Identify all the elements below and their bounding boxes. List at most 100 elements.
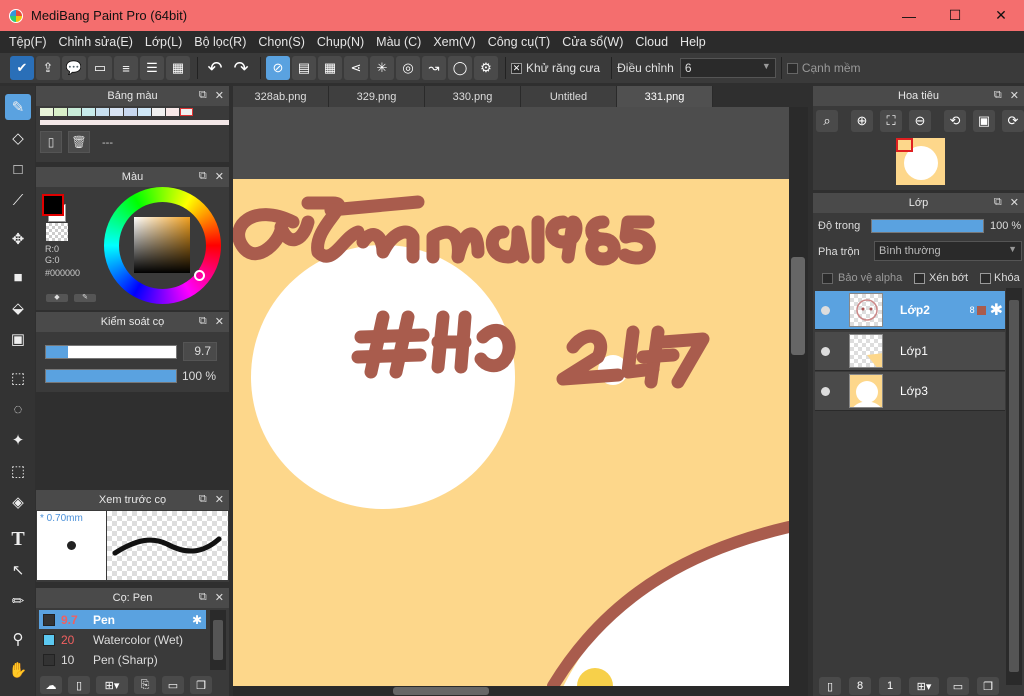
maximize-button[interactable]: ☐ xyxy=(932,0,978,31)
rotate-right-icon[interactable]: ⟳ xyxy=(1002,110,1024,132)
canvas-vertical-scrollbar[interactable] xyxy=(789,107,808,686)
antialias-checkbox[interactable]: ✕ xyxy=(511,62,522,74)
fill-rect-tool-icon[interactable]: ■ xyxy=(5,264,31,290)
menu-layer[interactable]: Lớp(L) xyxy=(139,31,188,53)
tab-untitled[interactable]: Untitled xyxy=(521,86,617,107)
close-icon[interactable]: ✕ xyxy=(215,170,224,183)
snap-ellipse-icon[interactable]: ◯ xyxy=(448,56,472,80)
menu-window[interactable]: Cửa sổ(W) xyxy=(556,31,629,53)
zoom-in-icon[interactable]: ⊕ xyxy=(851,110,873,132)
share-icon[interactable]: ⇪ xyxy=(36,56,60,80)
lock-checkbox[interactable] xyxy=(980,273,991,284)
menu-select[interactable]: Chọn(S) xyxy=(252,31,311,53)
swatch[interactable] xyxy=(68,108,81,116)
menu-help[interactable]: Help xyxy=(674,31,712,53)
new-8bit-layer-icon[interactable]: 8 xyxy=(849,677,871,695)
soft-edge-checkbox[interactable] xyxy=(786,62,798,74)
clipping-checkbox[interactable] xyxy=(914,273,925,284)
speech-bubble-icon[interactable]: 💬 xyxy=(62,56,86,80)
blur-tool-icon[interactable]: ⟋ xyxy=(5,187,31,213)
new-brush-icon[interactable]: ▯ xyxy=(68,676,90,694)
zoom-out-icon[interactable]: ⊖ xyxy=(909,110,931,132)
canvas-horizontal-scrollbar[interactable] xyxy=(233,686,808,696)
swatch[interactable] xyxy=(82,108,95,116)
eyedropper-tool-icon[interactable]: ⚲ xyxy=(5,626,31,652)
add-layer-icon[interactable]: ⊞▾ xyxy=(909,677,939,695)
select-tool-icon[interactable]: ⬚ xyxy=(5,365,31,391)
move-tool-icon[interactable]: ✥ xyxy=(5,226,31,252)
swatch[interactable] xyxy=(40,108,53,116)
menu-color[interactable]: Màu (C) xyxy=(370,31,427,53)
brush-size-value[interactable]: 9.7 xyxy=(183,342,217,361)
swatch[interactable] xyxy=(138,108,151,116)
gear-icon[interactable]: ✱ xyxy=(192,613,202,627)
eyedrop-small-icon[interactable]: ✎ xyxy=(74,294,96,302)
brush-item[interactable]: 10 Pen (Sharp) xyxy=(39,650,206,669)
bucket-tool-icon[interactable]: ⬙ xyxy=(5,295,31,321)
swatch[interactable] xyxy=(180,108,193,116)
tab-329[interactable]: 329.png xyxy=(329,86,425,107)
new-1bit-layer-icon[interactable]: 1 xyxy=(879,677,901,695)
eraser-tool-icon[interactable]: ◇ xyxy=(5,125,31,151)
dot-tool-icon[interactable]: □ xyxy=(5,156,31,182)
magic-wand-tool-icon[interactable]: ✦ xyxy=(5,427,31,453)
cloud-icon[interactable]: ☁ xyxy=(40,676,62,694)
swatch[interactable] xyxy=(54,108,67,116)
eye-icon[interactable] xyxy=(821,386,830,396)
brush-item[interactable]: 20 Watercolor (Wet) xyxy=(39,630,206,649)
snap-settings-icon[interactable]: ⚙ xyxy=(474,56,498,80)
brush-size-slider[interactable] xyxy=(45,345,177,359)
menu-cloud[interactable]: Cloud xyxy=(629,31,674,53)
page-list-icon[interactable]: ☰ xyxy=(140,56,164,80)
snap-radial-icon[interactable]: ✳ xyxy=(370,56,394,80)
fit-icon[interactable]: ⛶ xyxy=(880,110,902,132)
canvas-area[interactable] xyxy=(233,107,789,686)
reset-rotation-icon[interactable]: ▣ xyxy=(973,110,995,132)
close-icon[interactable]: ✕ xyxy=(215,89,224,102)
copy-brush-icon[interactable]: ⎘ xyxy=(134,676,156,694)
popout-icon[interactable]: ⧉ xyxy=(994,89,1002,102)
brush-item[interactable]: 9.7 Pen ✱ xyxy=(39,610,206,629)
layer-row[interactable]: Lớp3 xyxy=(815,372,1005,411)
menu-edit[interactable]: Chỉnh sửa(E) xyxy=(53,31,139,53)
hand-tool-icon[interactable]: ✋ xyxy=(5,657,31,683)
folder-icon[interactable]: ▭ xyxy=(947,677,969,695)
duplicate-layer-icon[interactable]: ❐ xyxy=(977,677,999,695)
layer-row[interactable]: Lớp2 8 ✱ xyxy=(815,291,1005,330)
brush-list-scrollbar[interactable] xyxy=(210,610,226,670)
snap-curve-icon[interactable]: ↝ xyxy=(422,56,446,80)
popout-icon[interactable]: ⧉ xyxy=(199,493,207,506)
layer-list-scrollbar[interactable] xyxy=(1006,288,1022,685)
navigator-thumbnail[interactable] xyxy=(896,138,945,185)
gradient-tool-icon[interactable]: ▣ xyxy=(5,326,31,352)
lasso-tool-icon[interactable]: ◌ xyxy=(5,396,31,422)
snap-off-icon[interactable]: ⊘ xyxy=(266,56,290,80)
menu-file[interactable]: Tệp(F) xyxy=(3,31,53,53)
blend-mode-select[interactable]: Bình thường ▼ xyxy=(874,241,1022,261)
swatch[interactable] xyxy=(110,108,123,116)
gear-icon[interactable]: ✱ xyxy=(990,300,1003,320)
layer-row[interactable]: Lớp1 xyxy=(815,332,1005,371)
redo-icon[interactable]: ↷ xyxy=(229,56,253,80)
close-icon[interactable]: ✕ xyxy=(215,591,224,604)
foreground-color-swatch[interactable] xyxy=(42,194,64,216)
hue-handle[interactable] xyxy=(194,270,205,281)
snap-grid-icon[interactable]: ▦ xyxy=(318,56,342,80)
layer-opacity-slider[interactable] xyxy=(871,219,984,233)
close-icon[interactable]: ✕ xyxy=(215,315,224,328)
undo-icon[interactable]: ↶ xyxy=(203,56,227,80)
page-icon[interactable]: ≡ xyxy=(114,56,138,80)
transparent-color-swatch[interactable] xyxy=(46,223,68,241)
snap-parallel-icon[interactable]: ▤ xyxy=(292,56,316,80)
add-brush-icon[interactable]: ⊞▾ xyxy=(96,676,128,694)
select-pen-tool-icon[interactable]: ⬚ xyxy=(5,458,31,484)
brush-opacity-slider[interactable] xyxy=(45,369,177,383)
menu-snap[interactable]: Chụp(N) xyxy=(311,31,370,53)
swatch[interactable] xyxy=(96,108,109,116)
menu-filter[interactable]: Bộ lọc(R) xyxy=(188,31,252,53)
layout-icon[interactable]: ▦ xyxy=(166,56,190,80)
eye-icon[interactable] xyxy=(821,346,830,356)
pin-icon[interactable]: ◆ xyxy=(46,294,68,302)
menu-view[interactable]: Xem(V) xyxy=(427,31,481,53)
divide-tool-icon[interactable]: ✏ xyxy=(5,588,31,614)
